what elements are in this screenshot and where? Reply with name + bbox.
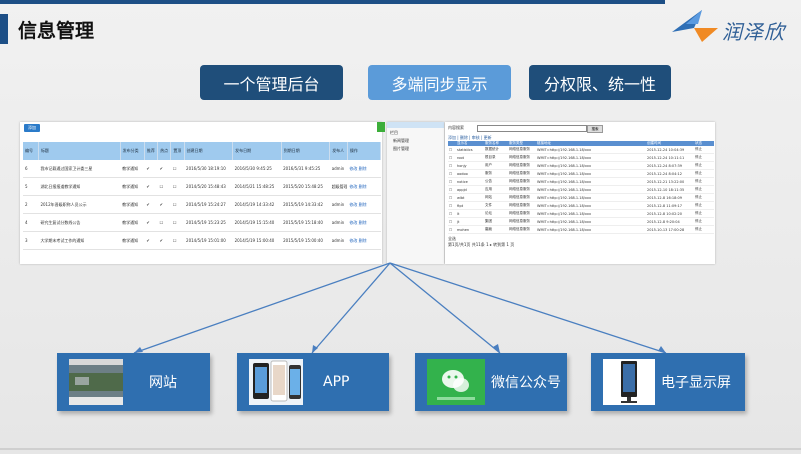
website-thumbnail-icon [69,359,123,405]
phone-app-icon [249,359,303,405]
target-website[interactable]: 网站 [57,353,210,411]
slide: 信息管理 润泽欣 一个管理后台 多端同步显示 分权限、统一性 添加 编号 标题 … [0,0,801,454]
bottom-divider [0,448,801,450]
target-wechat[interactable]: 微信公众号 [415,353,567,411]
target-app[interactable]: APP [237,353,389,411]
wechat-icon [427,359,485,405]
display-kiosk-icon [603,359,655,405]
target-display[interactable]: 电子显示屏 [591,353,745,411]
target-label-display: 电子显示屏 [661,375,731,391]
target-label-website: 网站 [149,375,177,391]
target-label-wechat: 微信公众号 [491,375,561,391]
target-label-app: APP [323,374,350,390]
